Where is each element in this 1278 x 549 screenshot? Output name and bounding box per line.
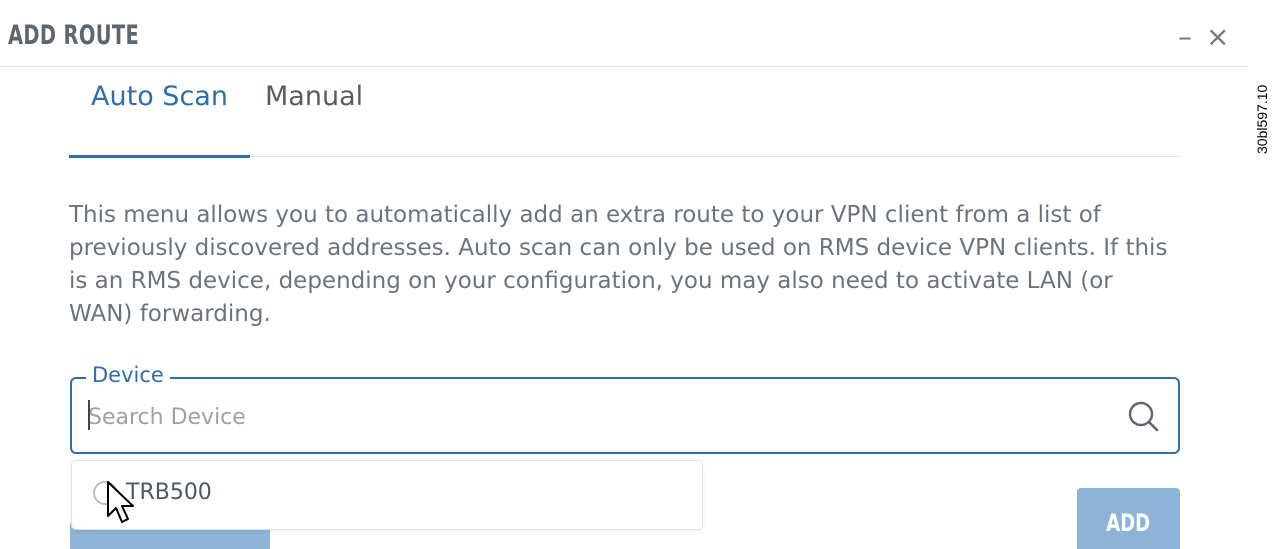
tab-auto-scan-label: Auto Scan — [91, 81, 228, 112]
dropdown-option-trb500[interactable]: TRB500 — [72, 461, 702, 529]
add-button-label: ADD — [1106, 509, 1151, 537]
dropdown-option-label: TRB500 — [126, 480, 212, 505]
dialog-title: ADD ROUTE — [8, 20, 140, 51]
minimize-button[interactable]: – — [1178, 20, 1192, 54]
tab-manual-label: Manual — [265, 81, 364, 112]
dialog-header: ADD ROUTE – × — [0, 0, 1248, 67]
close-button[interactable]: × — [1206, 20, 1229, 54]
tab-manual[interactable]: Manual — [265, 76, 363, 156]
tab-auto-scan[interactable]: Auto Scan — [69, 76, 250, 158]
device-field: Device — [70, 362, 1180, 454]
tab-bar: Auto Scan Manual — [69, 72, 1181, 158]
figure-code-label: 30bl597.10 — [1254, 84, 1270, 154]
add-button[interactable]: ADD — [1077, 488, 1180, 549]
device-search-input[interactable] — [88, 399, 1088, 435]
device-dropdown: TRB500 — [71, 460, 703, 530]
text-caret — [88, 400, 90, 430]
mouse-pointer-icon — [107, 481, 134, 523]
active-tab-indicator — [69, 155, 250, 158]
description-text: This menu allows you to automatically ad… — [69, 202, 1168, 327]
figure-code: 30bl597.10 — [1252, 24, 1274, 164]
add-route-dialog: ADD ROUTE – × 30bl597.10 Auto Scan Manua… — [0, 0, 1278, 549]
device-field-label: Device — [86, 362, 170, 388]
search-icon[interactable] — [1124, 397, 1164, 437]
